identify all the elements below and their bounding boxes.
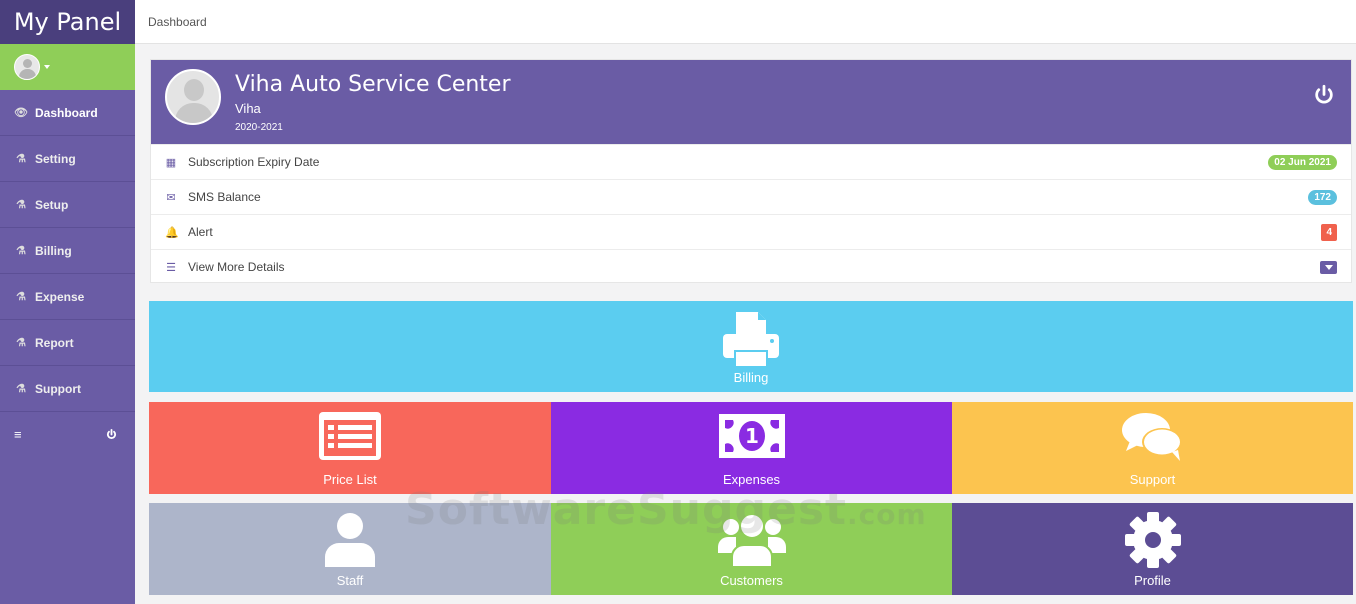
flask-icon: ⚗ bbox=[16, 337, 26, 349]
sidebar: My Panel 👁 Dashboard ⚗ Setting ⚗ Setup ⚗… bbox=[0, 0, 135, 604]
sidebar-item-setup[interactable]: ⚗ Setup bbox=[0, 182, 135, 228]
flask-icon: ⚗ bbox=[16, 245, 26, 257]
tile-label: Profile bbox=[1134, 573, 1171, 588]
sidebar-footer: ≡ bbox=[0, 412, 135, 456]
sidebar-item-expense[interactable]: ⚗ Expense bbox=[0, 274, 135, 320]
view-more-row[interactable]: ☰ View More Details bbox=[151, 249, 1351, 284]
money-icon: 1 bbox=[718, 414, 785, 458]
sidebar-item-label: Dashboard bbox=[35, 105, 98, 120]
avatar bbox=[165, 69, 221, 125]
financial-year: 2020-2021 bbox=[235, 122, 283, 133]
customers-tile[interactable]: Customers bbox=[551, 503, 952, 595]
alert-row[interactable]: 🔔 Alert 4 bbox=[151, 214, 1351, 249]
tile-label: Price List bbox=[323, 472, 377, 487]
sidebar-item-dashboard[interactable]: 👁 Dashboard bbox=[0, 90, 135, 136]
user-icon bbox=[325, 513, 375, 567]
flask-icon: ⚗ bbox=[16, 291, 26, 303]
sidebar-item-support[interactable]: ⚗ Support bbox=[0, 366, 135, 412]
support-tile[interactable]: Support bbox=[952, 402, 1353, 494]
comments-icon bbox=[1121, 413, 1182, 461]
brand-title[interactable]: My Panel bbox=[0, 0, 135, 44]
profile-card: Viha Auto Service Center Viha 2020-2021 … bbox=[150, 59, 1352, 283]
svg-text:1: 1 bbox=[745, 424, 759, 448]
printer-icon bbox=[723, 312, 779, 368]
breadcrumb: Dashboard bbox=[135, 0, 1356, 44]
sidebar-item-setting[interactable]: ⚗ Setting bbox=[0, 136, 135, 182]
tile-label: Billing bbox=[733, 370, 769, 385]
power-icon[interactable] bbox=[106, 428, 117, 440]
sms-balance-row: ✉ SMS Balance 172 bbox=[151, 179, 1351, 214]
gear-icon bbox=[1124, 512, 1181, 568]
tile-label: Support bbox=[1129, 472, 1176, 487]
tile-label: Expenses bbox=[722, 472, 781, 487]
billing-tile[interactable]: Billing bbox=[149, 301, 1353, 392]
flask-icon: ⚗ bbox=[16, 383, 26, 395]
list-icon: ☰ bbox=[166, 261, 176, 274]
row-label: SMS Balance bbox=[188, 190, 261, 204]
users-icon bbox=[717, 513, 786, 568]
sms-count-badge: 172 bbox=[1308, 189, 1337, 205]
owner-name: Viha bbox=[235, 101, 261, 116]
eye-icon: 👁 bbox=[14, 107, 28, 119]
status-badge: 02 Jun 2021 bbox=[1268, 154, 1337, 170]
chevron-down-icon[interactable] bbox=[44, 65, 50, 69]
bell-icon: 🔔 bbox=[165, 226, 179, 239]
envelope-icon: ✉ bbox=[166, 191, 176, 204]
sidebar-item-label: Expense bbox=[35, 289, 85, 304]
profile-tile[interactable]: Profile bbox=[952, 503, 1353, 595]
row-label: Subscription Expiry Date bbox=[188, 155, 320, 169]
avatar[interactable] bbox=[14, 54, 40, 80]
chevron-down-icon[interactable] bbox=[1320, 260, 1337, 274]
calendar-icon: ▦ bbox=[165, 156, 177, 169]
sidebar-item-label: Report bbox=[35, 335, 74, 350]
power-icon[interactable] bbox=[1313, 84, 1335, 106]
menu-icon[interactable]: ≡ bbox=[14, 427, 22, 442]
profile-header: Viha Auto Service Center Viha 2020-2021 bbox=[151, 60, 1351, 144]
sidebar-item-label: Setting bbox=[35, 151, 76, 166]
staff-tile[interactable]: Staff bbox=[149, 503, 551, 595]
expenses-tile[interactable]: 1 Expenses bbox=[551, 402, 952, 494]
sidebar-item-label: Setup bbox=[35, 197, 69, 212]
sidebar-item-billing[interactable]: ⚗ Billing bbox=[0, 228, 135, 274]
flask-icon: ⚗ bbox=[16, 199, 26, 211]
price-list-icon bbox=[319, 412, 381, 460]
company-name: Viha Auto Service Center bbox=[235, 72, 511, 97]
price-list-tile[interactable]: Price List bbox=[149, 402, 551, 494]
row-label: View More Details bbox=[188, 260, 285, 274]
tile-label: Customers bbox=[720, 573, 783, 588]
row-label: Alert bbox=[188, 225, 213, 239]
user-menu[interactable] bbox=[0, 44, 135, 90]
sidebar-item-label: Billing bbox=[35, 243, 72, 258]
sidebar-item-report[interactable]: ⚗ Report bbox=[0, 320, 135, 366]
sidebar-item-label: Support bbox=[35, 381, 81, 396]
subscription-row: ▦ Subscription Expiry Date 02 Jun 2021 bbox=[151, 144, 1351, 179]
breadcrumb-item[interactable]: Dashboard bbox=[148, 15, 207, 29]
tile-label: Staff bbox=[336, 573, 364, 588]
alert-count-badge: 4 bbox=[1321, 223, 1337, 241]
flask-icon: ⚗ bbox=[16, 153, 26, 165]
